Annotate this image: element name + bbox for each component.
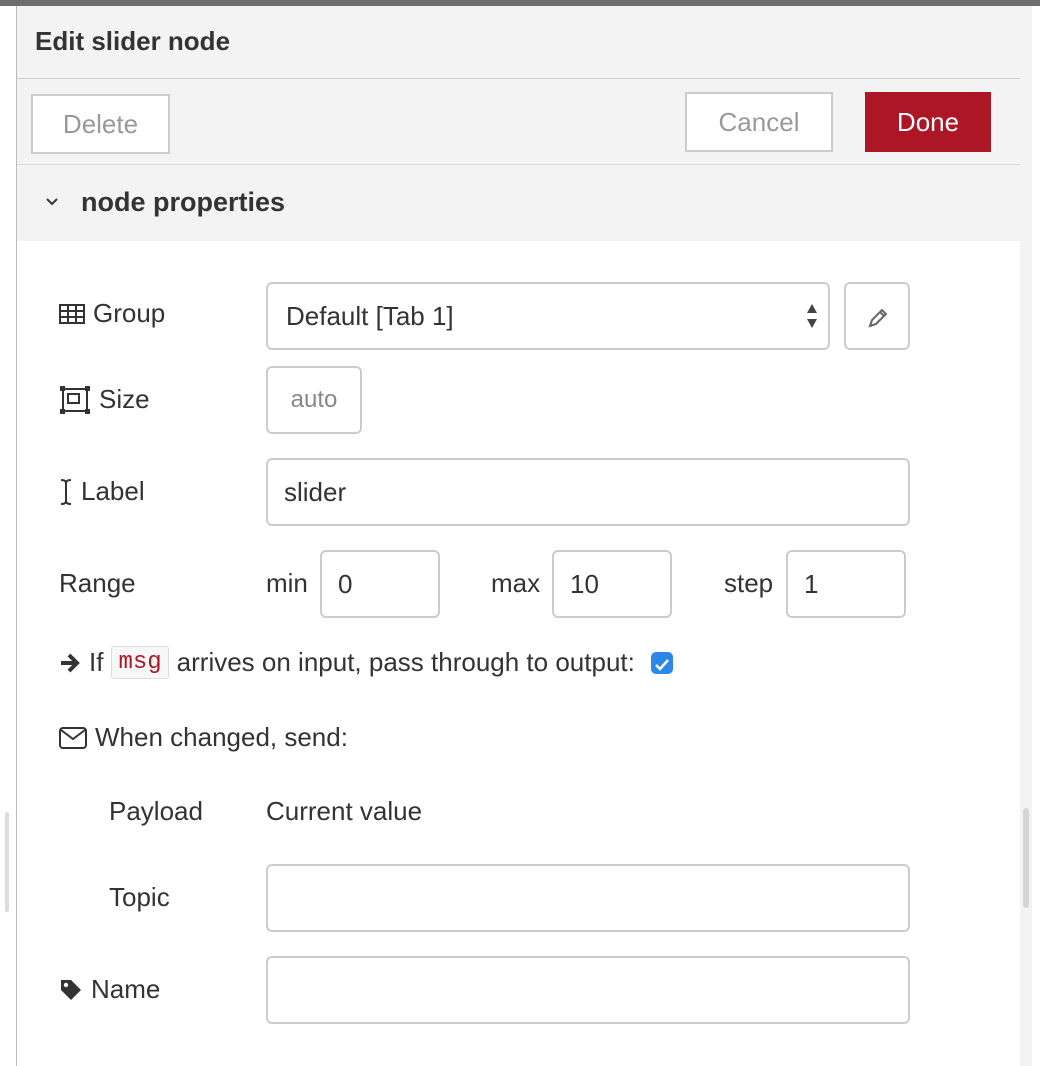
max-label: max <box>491 568 541 598</box>
group-label-row: Group <box>59 298 165 329</box>
scrollbar[interactable] <box>1023 808 1029 908</box>
group-select-value: Default [Tab 1] <box>286 300 454 331</box>
chevron-down-icon <box>46 198 58 206</box>
label-label-row: Label <box>59 476 145 507</box>
edit-group-button[interactable] <box>844 282 910 350</box>
right-gutter-panel <box>1032 6 1040 1066</box>
name-label-row: Name <box>59 974 160 1005</box>
name-input[interactable] <box>266 956 910 1024</box>
tag-icon <box>59 978 83 1002</box>
msg-code: msg <box>111 646 169 679</box>
delete-button[interactable]: Delete <box>31 94 170 154</box>
text-cursor-icon <box>59 478 73 506</box>
tray-header: Edit slider node <box>17 6 1020 79</box>
passthrough-row: If msg arrives on input, pass through to… <box>59 646 673 679</box>
select-arrows-icon <box>807 304 817 328</box>
size-label-row: Size <box>59 384 150 415</box>
name-label: Name <box>91 974 161 1004</box>
group-select[interactable]: Default [Tab 1] <box>266 282 830 350</box>
tray-toolbar: Delete Cancel Done <box>17 79 1020 165</box>
topic-input[interactable] <box>266 864 910 932</box>
send-label-row: When changed, send: <box>59 722 348 753</box>
section-title: node properties <box>81 187 286 217</box>
label-label: Label <box>81 476 145 506</box>
table-icon <box>59 303 85 324</box>
topic-label: Topic <box>109 882 170 912</box>
cancel-button[interactable]: Cancel <box>685 92 833 152</box>
passthrough-checkbox[interactable] <box>650 651 673 674</box>
range-label: Range <box>59 568 136 598</box>
passthrough-prefix: If <box>89 647 104 677</box>
payload-label: Payload <box>109 796 203 826</box>
size-label: Size <box>99 384 150 414</box>
envelope-icon <box>59 726 87 749</box>
payload-value: Current value <box>266 796 423 826</box>
send-label: When changed, send: <box>95 722 348 752</box>
node-properties-header[interactable]: node properties <box>17 165 1020 241</box>
max-input[interactable]: 10 <box>552 550 672 618</box>
size-icon <box>59 385 91 415</box>
label-input[interactable]: slider <box>266 458 910 526</box>
pencil-icon <box>868 308 888 328</box>
left-resize-handle[interactable] <box>5 812 9 912</box>
step-label: step <box>724 568 774 598</box>
min-input[interactable]: 0 <box>320 550 440 618</box>
checkmark-icon <box>654 658 669 671</box>
edit-tray: Edit slider node Delete Cancel Done node… <box>16 6 1021 1066</box>
passthrough-text: arrives on input, pass through to output… <box>176 647 635 677</box>
done-button[interactable]: Done <box>865 92 991 152</box>
size-button[interactable]: auto <box>266 366 362 434</box>
step-input[interactable]: 1 <box>786 550 906 618</box>
tray-title: Edit slider node <box>35 26 231 56</box>
group-label: Group <box>93 298 166 328</box>
min-label: min <box>266 568 308 598</box>
arrow-right-icon <box>59 652 81 674</box>
